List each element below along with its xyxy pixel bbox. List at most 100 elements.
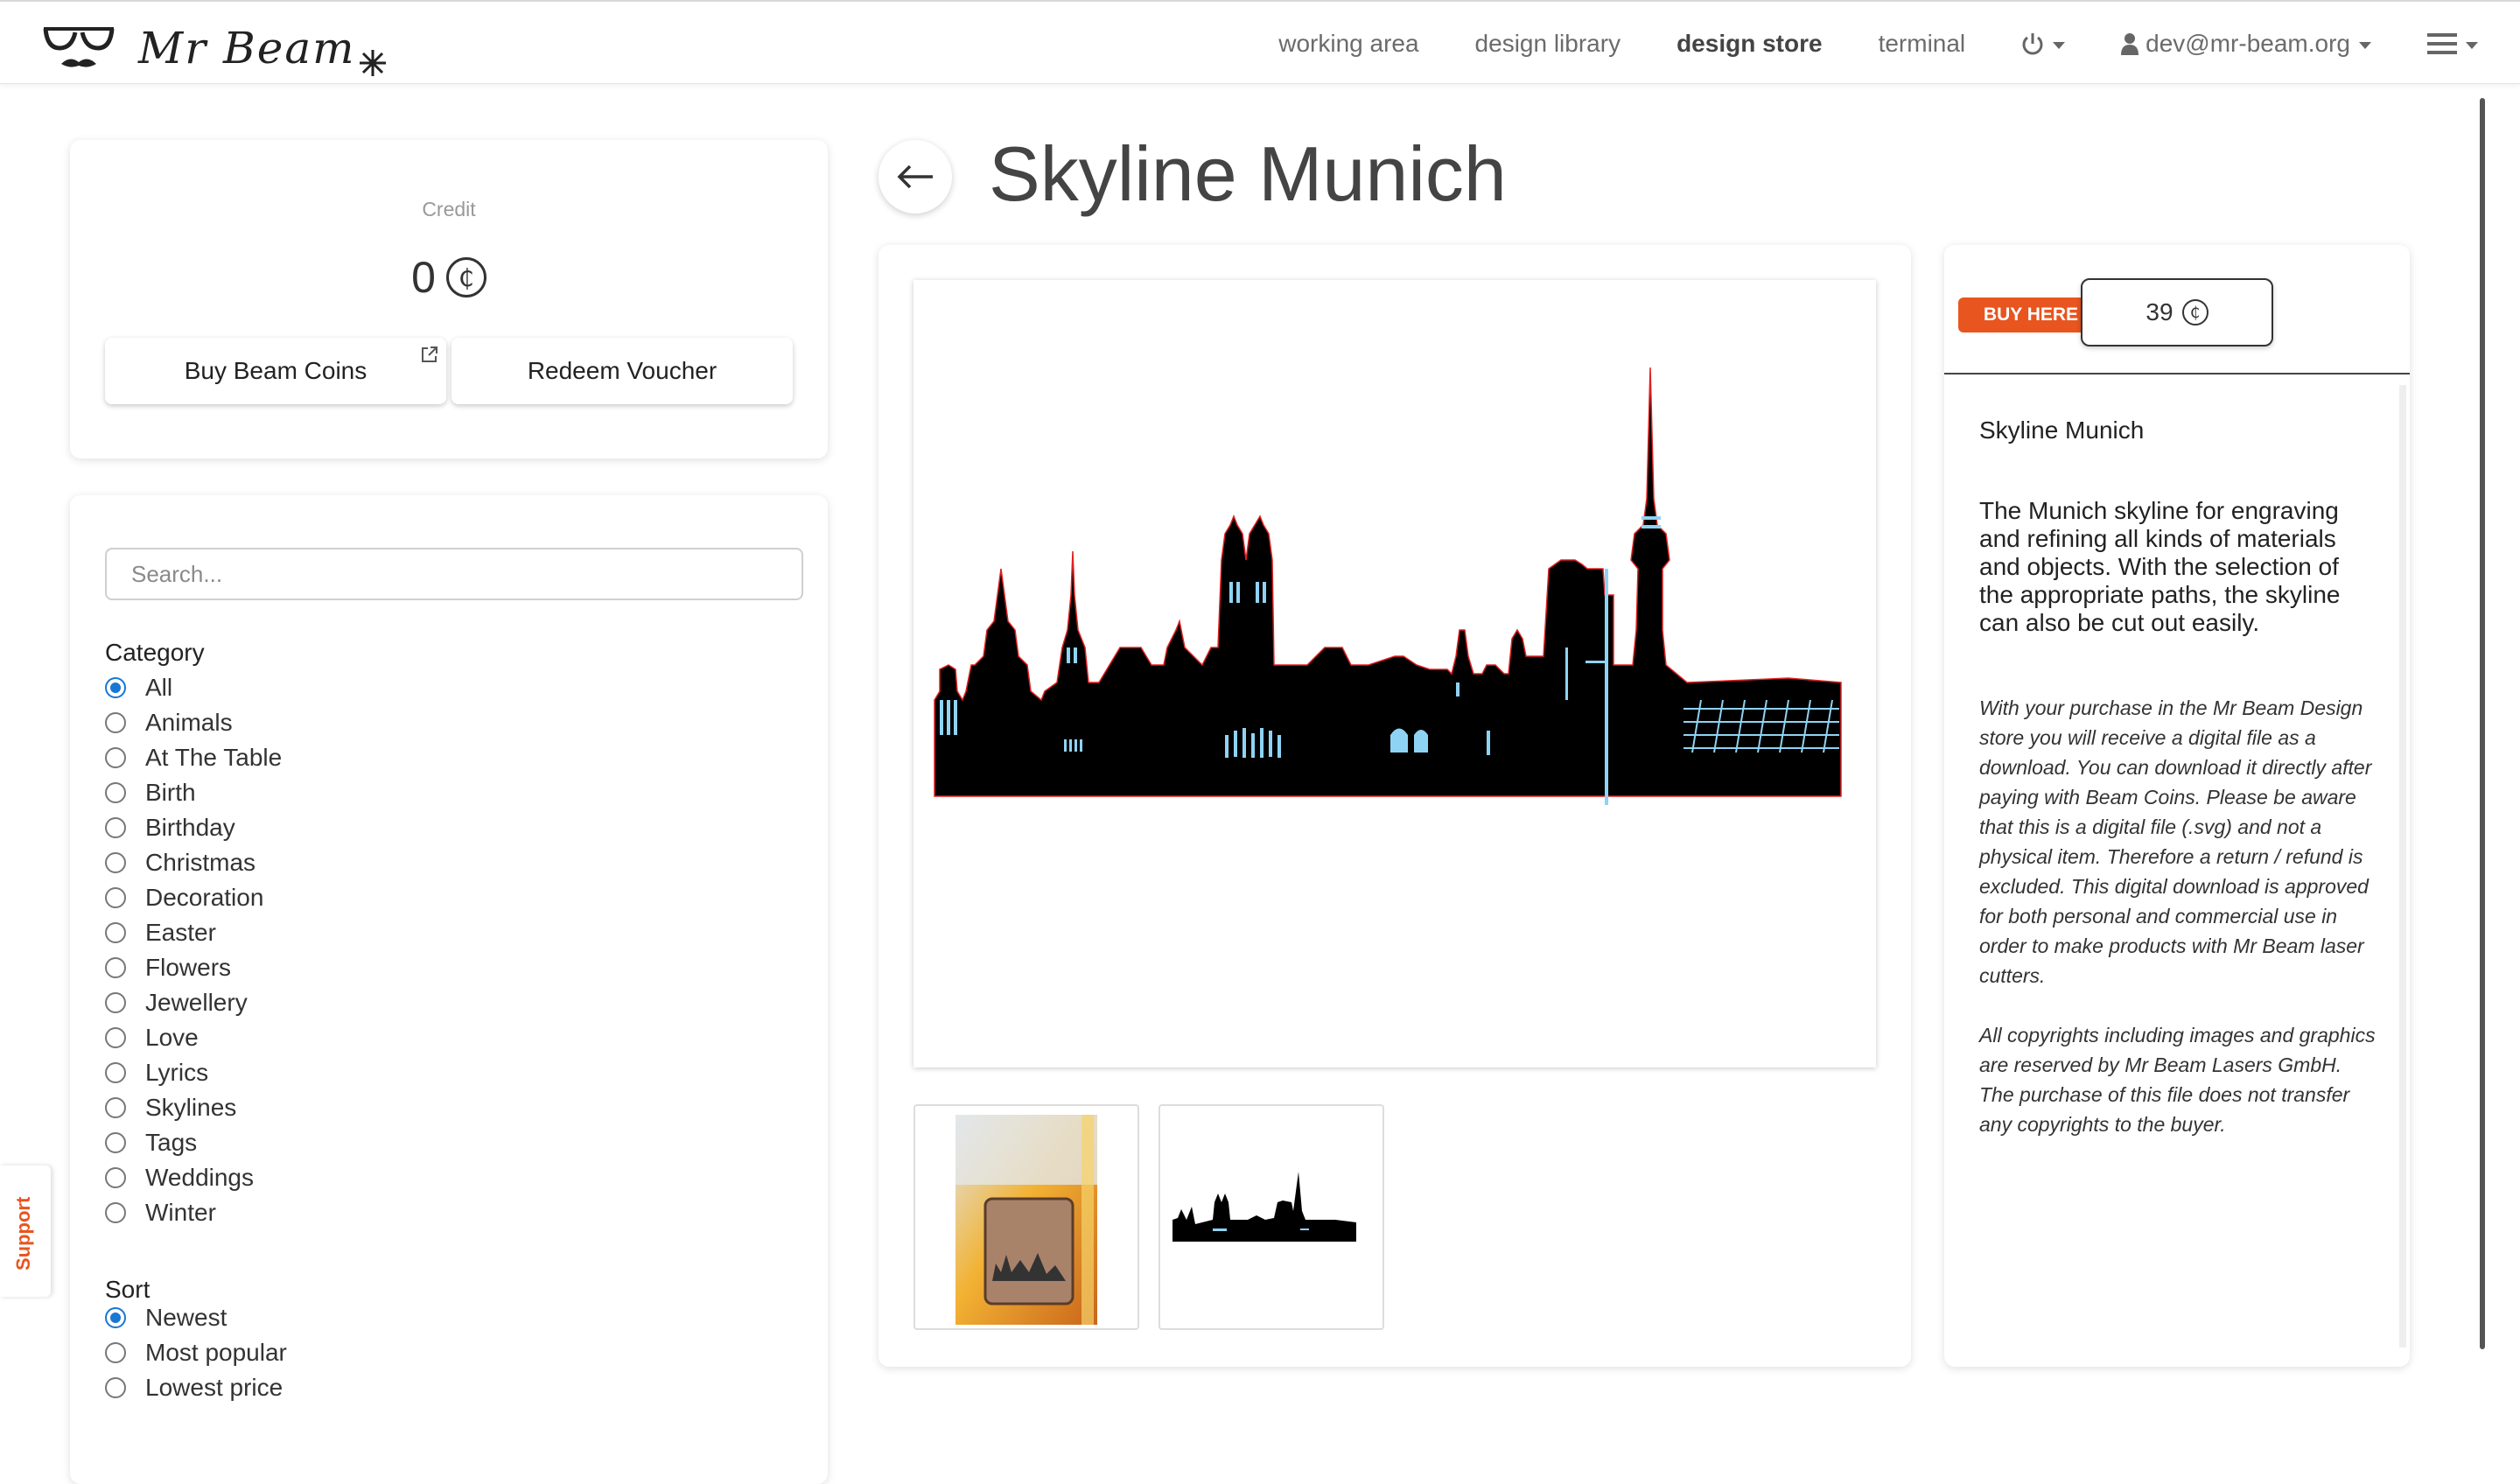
category-option-label: All — [145, 674, 173, 701]
radio-button[interactable] — [105, 1167, 126, 1188]
credit-balance: 0 ₵ — [70, 252, 828, 303]
filter-panel: Category All Animals At The Table Birth Birt… — [70, 495, 828, 1484]
redeem-voucher-button[interactable]: Redeem Voucher — [452, 338, 793, 404]
category-option-label: Winter — [145, 1199, 216, 1226]
category-option[interactable]: Tags — [105, 1125, 197, 1160]
nav-design-library[interactable]: design library — [1475, 30, 1621, 58]
category-heading: Category — [105, 639, 205, 666]
category-option[interactable]: Jewellery — [105, 985, 248, 1020]
back-button[interactable] — [878, 140, 952, 214]
category-option[interactable]: Weddings — [105, 1160, 254, 1195]
category-option-label: Easter — [145, 919, 216, 946]
buy-beam-coins-button[interactable]: Buy Beam Coins — [105, 338, 446, 404]
credit-panel: Credit 0 ₵ Buy Beam Coins Redeem Voucher — [70, 140, 828, 458]
user-icon — [2121, 33, 2139, 55]
category-option-label: Skylines — [145, 1094, 237, 1121]
category-option[interactable]: All — [105, 670, 172, 705]
category-option-label: Jewellery — [145, 989, 248, 1016]
divider — [1944, 373, 2410, 374]
hamburger-menu[interactable] — [2427, 32, 2478, 56]
arrow-left-icon — [897, 164, 933, 189]
category-option[interactable]: Animals — [105, 705, 233, 740]
category-option-label: Love — [145, 1024, 199, 1051]
thumbnail-skyline[interactable] — [1158, 1104, 1384, 1330]
gallery-panel — [878, 245, 1911, 1367]
category-option-label: Lyrics — [145, 1059, 209, 1086]
chevron-down-icon — [2053, 42, 2066, 49]
category-option[interactable]: Lyrics — [105, 1055, 208, 1090]
credit-label: Credit — [422, 198, 476, 220]
search-input[interactable] — [105, 548, 803, 600]
radio-button[interactable] — [105, 817, 126, 838]
sort-option-label: Newest — [145, 1304, 228, 1331]
radio-button[interactable] — [105, 1377, 126, 1398]
radio-button[interactable] — [105, 887, 126, 908]
sort-option-label: Most popular — [145, 1339, 287, 1366]
main-nav: working area design library design store… — [1278, 2, 2520, 86]
beam-coin-icon: ₵ — [2181, 299, 2208, 326]
radio-button[interactable] — [105, 922, 126, 943]
laser-star-icon — [359, 50, 386, 76]
category-option[interactable]: Birth — [105, 775, 196, 810]
radio-button[interactable] — [105, 1062, 126, 1083]
page-title: Skyline Munich — [989, 130, 1507, 217]
radio-button[interactable] — [105, 747, 126, 768]
power-icon — [2022, 33, 2043, 55]
chevron-down-icon — [2359, 42, 2371, 49]
product-info-panel: BUY HERE 39 ₵ Skyline Munich The Munich … — [1944, 245, 2410, 1367]
category-option-label: Christmas — [145, 849, 256, 876]
category-option[interactable]: Winter — [105, 1195, 216, 1230]
radio-button[interactable] — [105, 852, 126, 873]
price-value: 39 — [2146, 298, 2174, 326]
skyline-thumbnail — [1172, 1172, 1356, 1242]
category-option-label: Birthday — [145, 814, 235, 841]
support-label: Support — [12, 1196, 34, 1270]
user-email: dev@mr-beam.org — [2146, 30, 2350, 57]
power-menu[interactable] — [2021, 32, 2066, 56]
brand-wordmark: Mr Beam — [138, 23, 356, 74]
chevron-down-icon — [2466, 42, 2478, 49]
radio-button[interactable] — [105, 992, 126, 1013]
category-option-label: Birth — [145, 779, 196, 806]
sort-option[interactable]: Newest — [105, 1300, 227, 1335]
radio-button[interactable] — [105, 1027, 126, 1048]
page-scrollbar[interactable] — [2480, 98, 2485, 1349]
brand-logo[interactable]: Mr Beam — [42, 19, 388, 77]
glasses-logo-icon — [43, 27, 115, 67]
user-menu[interactable]: dev@mr-beam.org — [2121, 30, 2371, 58]
radio-button[interactable] — [105, 782, 126, 803]
category-option-label: Flowers — [145, 954, 232, 981]
category-option[interactable]: Easter — [105, 915, 216, 950]
radio-button[interactable] — [105, 1132, 126, 1153]
radio-button[interactable] — [105, 1307, 126, 1328]
radio-button[interactable] — [105, 1097, 126, 1118]
sort-option[interactable]: Most popular — [105, 1335, 287, 1370]
radio-button[interactable] — [105, 677, 126, 698]
category-option[interactable]: At The Table — [105, 740, 282, 775]
radio-button[interactable] — [105, 712, 126, 733]
category-option[interactable]: Skylines — [105, 1090, 236, 1125]
category-option[interactable]: Christmas — [105, 845, 256, 880]
radio-button[interactable] — [105, 957, 126, 978]
nav-working-area[interactable]: working area — [1278, 30, 1418, 58]
support-tab[interactable]: Support — [0, 1166, 51, 1297]
info-scrollbar[interactable] — [2399, 385, 2406, 1348]
category-option[interactable]: Decoration — [105, 880, 263, 915]
product-description: The Munich skyline for engraving and ref… — [1979, 497, 2341, 636]
credit-value: 0 — [411, 253, 436, 302]
category-option[interactable]: Birthday — [105, 810, 235, 845]
hamburger-icon — [2427, 33, 2457, 54]
sort-option[interactable]: Lowest price — [105, 1370, 283, 1405]
nav-terminal[interactable]: terminal — [1879, 30, 1966, 58]
category-option[interactable]: Love — [105, 1020, 199, 1055]
radio-button[interactable] — [105, 1342, 126, 1363]
category-option-label: Decoration — [145, 884, 264, 911]
nav-design-store[interactable]: design store — [1676, 30, 1822, 58]
thumbnail-photo[interactable] — [914, 1104, 1139, 1330]
category-option[interactable]: Flowers — [105, 950, 231, 985]
price-button[interactable]: 39 ₵ — [2081, 278, 2273, 346]
product-photo-thumbnail — [956, 1115, 1097, 1325]
radio-button[interactable] — [105, 1202, 126, 1223]
product-name: Skyline Munich — [1979, 416, 2145, 444]
category-option-label: Tags — [145, 1129, 198, 1156]
